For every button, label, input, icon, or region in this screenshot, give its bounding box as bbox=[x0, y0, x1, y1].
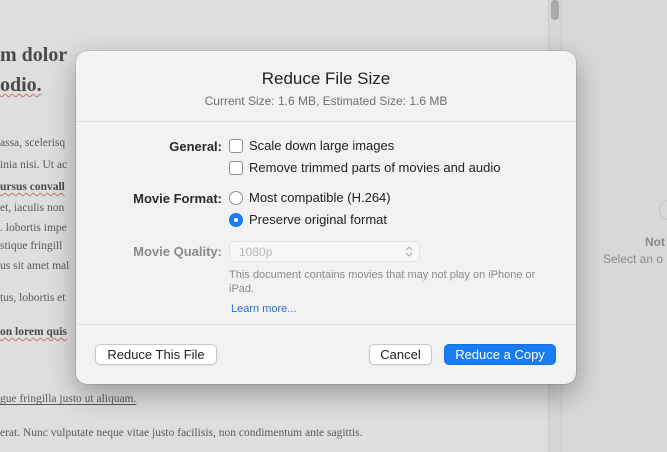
inspector-panel: Not Select an o bbox=[563, 0, 667, 452]
doc-line: us sit amet mal bbox=[0, 260, 70, 272]
top-separator bbox=[76, 121, 576, 122]
doc-line: . lobortis impe bbox=[0, 222, 67, 234]
doc-heading-line-1: m dolor bbox=[0, 44, 68, 66]
option-label: Remove trimmed parts of movies and audio bbox=[249, 160, 501, 175]
learn-more-link[interactable]: Learn more... bbox=[231, 303, 296, 315]
doc-heading-line-2: odio. bbox=[0, 74, 42, 96]
reduce-file-size-dialog: Reduce File Size Current Size: 1.6 MB, E… bbox=[76, 51, 576, 384]
chevron-up-down-icon bbox=[405, 246, 413, 257]
doc-line: assa, scelerisq bbox=[0, 137, 66, 149]
inspector-placeholder-icon bbox=[659, 200, 667, 220]
doc-line: ursus convall bbox=[0, 181, 65, 193]
checkbox-box[interactable] bbox=[229, 139, 243, 153]
option-label: Preserve original format bbox=[249, 212, 387, 227]
option-label: Most compatible (H.264) bbox=[249, 190, 391, 205]
option-label: Scale down large images bbox=[249, 138, 395, 153]
doc-line: tus, lobortis et bbox=[0, 292, 66, 304]
movie-quality-label: Movie Quality: bbox=[133, 244, 222, 259]
most-compatible-radio[interactable]: Most compatible (H.264) bbox=[229, 190, 391, 206]
radio-button-selected[interactable] bbox=[229, 213, 243, 227]
bottom-separator bbox=[76, 324, 576, 325]
reduce-a-copy-button[interactable]: Reduce a Copy bbox=[444, 344, 556, 365]
remove-trimmed-parts-checkbox[interactable]: Remove trimmed parts of movies and audio bbox=[229, 160, 500, 176]
dialog-subtitle: Current Size: 1.6 MB, Estimated Size: 1.… bbox=[204, 94, 448, 108]
inspector-title: Not bbox=[645, 235, 665, 249]
general-label: General: bbox=[169, 139, 222, 154]
doc-line: erat. Nunc vulputate neque vitae justo f… bbox=[0, 427, 363, 439]
doc-line: gue fringilla justo ut aliquam. bbox=[0, 393, 137, 405]
scale-down-images-checkbox[interactable]: Scale down large images bbox=[229, 138, 394, 154]
doc-line: inia nisi. Ut ac bbox=[0, 159, 68, 171]
vertical-scrollbar[interactable] bbox=[551, 0, 559, 20]
cancel-button[interactable]: Cancel bbox=[369, 344, 432, 365]
movie-format-label: Movie Format: bbox=[133, 191, 222, 206]
reduce-this-file-button[interactable]: Reduce This File bbox=[95, 344, 217, 365]
movie-quality-select[interactable]: 1080p bbox=[229, 241, 420, 262]
checkbox-box[interactable] bbox=[229, 161, 243, 175]
compatibility-note: This document contains movies that may n… bbox=[229, 269, 536, 295]
movie-quality-value: 1080p bbox=[239, 245, 273, 259]
dialog-title: Reduce File Size bbox=[261, 69, 391, 88]
doc-line: stique fringill bbox=[0, 240, 63, 252]
radio-button[interactable] bbox=[229, 191, 243, 205]
doc-line: et, iaculis non bbox=[0, 202, 65, 214]
preserve-original-radio[interactable]: Preserve original format bbox=[229, 212, 387, 228]
doc-line: on lorem quis bbox=[0, 326, 67, 338]
inspector-subtitle: Select an o bbox=[603, 252, 664, 266]
